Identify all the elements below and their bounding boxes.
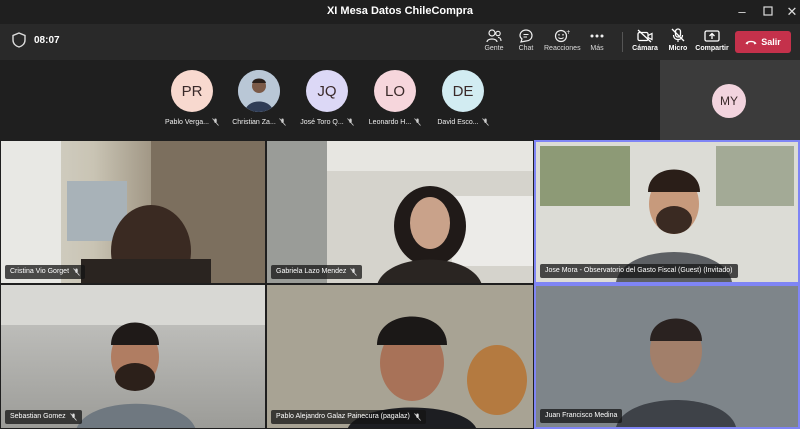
close-icon[interactable]: ✕ [783,3,800,21]
roster-participant[interactable]: PR Pablo Verga... [162,70,222,126]
share-button[interactable]: Compartir [694,27,730,57]
people-label: Gente [484,45,504,52]
minimize-icon[interactable]: – [733,3,751,21]
video-tile-highlighted[interactable]: Juan Francisco Medina [534,284,800,429]
video-tile[interactable]: Pablo Alejandro Galaz Painecura (pagalaz… [266,284,534,429]
video-feed [267,285,533,428]
video-tile-active-speaker[interactable]: Jose Mora - Observatorio del Gasto Fisca… [534,140,800,284]
roster-participant[interactable]: Christian Za... [229,70,289,126]
mic-button[interactable]: Micro [660,27,696,57]
mic-off-icon [660,27,696,44]
participant-name: Leonardo H... [368,118,412,126]
title-bar: XI Mesa Datos ChileCompra – ✕ [0,0,800,24]
participant-name: David Esco... [437,118,479,126]
avatar-photo [238,70,280,112]
mic-muted-icon [73,268,80,276]
participant-name: Gabriela Lazo Mendez [276,268,347,275]
participant-name: Pablo Alejandro Galaz Painecura (pagalaz… [276,413,410,420]
shield-icon [12,32,26,53]
more-button[interactable]: Más [579,27,615,57]
meeting-timer: 08:07 [34,35,60,46]
people-button[interactable]: Gente [476,27,512,57]
participant-name: Juan Francisco Medina [545,412,618,419]
camera-off-icon [627,27,663,44]
window-title: XI Mesa Datos ChileCompra [326,5,474,17]
mic-muted-icon [278,118,286,126]
chat-label: Chat [518,45,534,52]
video-feed [1,285,265,428]
reactions-label: Reacciones [544,45,581,52]
video-feed [540,146,794,282]
participant-name: José Toro Q... [300,118,344,126]
more-label: Más [590,45,604,52]
mic-label: Micro [668,45,688,52]
roster-participant[interactable]: JQ José Toro Q... [297,70,357,126]
camera-button[interactable]: Cámara [627,27,663,57]
roster-participant[interactable]: LO Leonardo H... [365,70,425,126]
meeting-toolbar: 08:07 Gente Chat + Reacciones Más Cámara [0,24,800,60]
video-feed [267,141,533,283]
hang-up-icon [745,37,757,47]
avatar: JQ [306,70,348,112]
share-label: Compartir [695,45,729,52]
participant-name: Pablo Verga... [165,118,209,126]
reactions-icon: + [544,27,580,44]
svg-text:+: + [566,29,570,36]
video-feed [1,141,265,283]
avatar: PR [171,70,213,112]
mic-muted-icon [414,118,422,126]
people-icon [476,27,512,44]
self-view[interactable]: MY [660,60,800,140]
participant-name: Sebastian Gomez [10,413,66,420]
mic-muted-icon [414,413,421,421]
participant-name: Jose Mora - Observatorio del Gasto Fisca… [545,267,733,274]
participant-name: Christian Za... [232,118,276,126]
roster-participant[interactable]: DE David Esco... [433,70,493,126]
avatar: DE [442,70,484,112]
video-feed [536,286,798,427]
mic-muted-icon [212,118,219,126]
toolbar-divider [622,32,623,52]
video-tile[interactable]: Gabriela Lazo Mendez [266,140,534,284]
participant-roster: PR Pablo Verga... Christian Za... JQ Jos… [0,60,660,140]
chat-icon [508,27,544,44]
chat-button[interactable]: Chat [508,27,544,57]
video-tile[interactable]: Cristina Vio Gorget [0,140,266,284]
leave-button[interactable]: Salir [735,31,791,53]
maximize-icon[interactable] [759,3,777,21]
video-tile[interactable]: Sebastian Gomez [0,284,266,429]
mic-muted-icon [481,118,489,126]
leave-label: Salir [761,37,781,47]
mic-muted-icon [69,413,77,421]
avatar: LO [374,70,416,112]
mic-muted-icon [346,118,354,126]
mic-muted-icon [350,268,358,276]
camera-label: Cámara [632,45,658,52]
reactions-button[interactable]: + Reacciones [544,27,581,57]
share-icon [694,27,730,44]
more-icon [579,27,615,44]
participant-name: Cristina Vio Gorget [10,268,70,275]
self-avatar: MY [712,84,746,118]
